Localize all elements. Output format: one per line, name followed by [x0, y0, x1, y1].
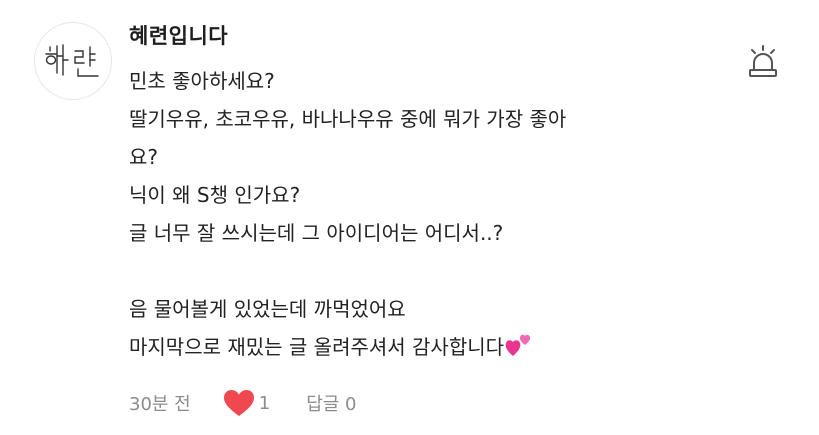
- two-hearts-icon: [504, 332, 534, 370]
- comment-line: 딸기우유, 초코우유, 바나나우유 중에 뭐가 가장 좋아: [129, 107, 567, 131]
- comment-line: 마지막으로 재밌는 글 올려주셔서 감사합니다: [129, 335, 505, 359]
- comment-line: 음 물어볼게 있었는데 까먹었어요: [129, 297, 406, 321]
- comment-line: 민초 좋아하세요?: [129, 69, 275, 93]
- reply-button[interactable]: 답글 0: [306, 390, 356, 416]
- like-button[interactable]: 1: [223, 389, 270, 417]
- author-name[interactable]: 혜련입니다: [129, 20, 228, 50]
- comment-line: 글 너무 잘 쓰시는데 그 아이디어는 어디서..?: [129, 221, 504, 245]
- report-siren-icon[interactable]: [747, 44, 779, 80]
- avatar[interactable]: [34, 22, 112, 100]
- comment-line: 요?: [129, 145, 159, 169]
- avatar-handwriting-image: [45, 44, 99, 77]
- comment-body: 민초 좋아하세요? 딸기우유, 초코우유, 바나나우유 중에 뭐가 가장 좋아 …: [129, 62, 709, 370]
- timestamp: 30분 전: [129, 394, 191, 415]
- like-count: 1: [258, 392, 271, 414]
- comment-card: 혜련입니다 민초 좋아하세요? 딸기우유, 초코우유, 바나나우유 중에 뭐가 …: [0, 0, 819, 435]
- comment-line: 닉이 왜 S챙 인가요?: [129, 183, 301, 207]
- comment-meta: 30분 전 1 답글 0: [129, 388, 357, 418]
- heart-icon: [223, 390, 254, 416]
